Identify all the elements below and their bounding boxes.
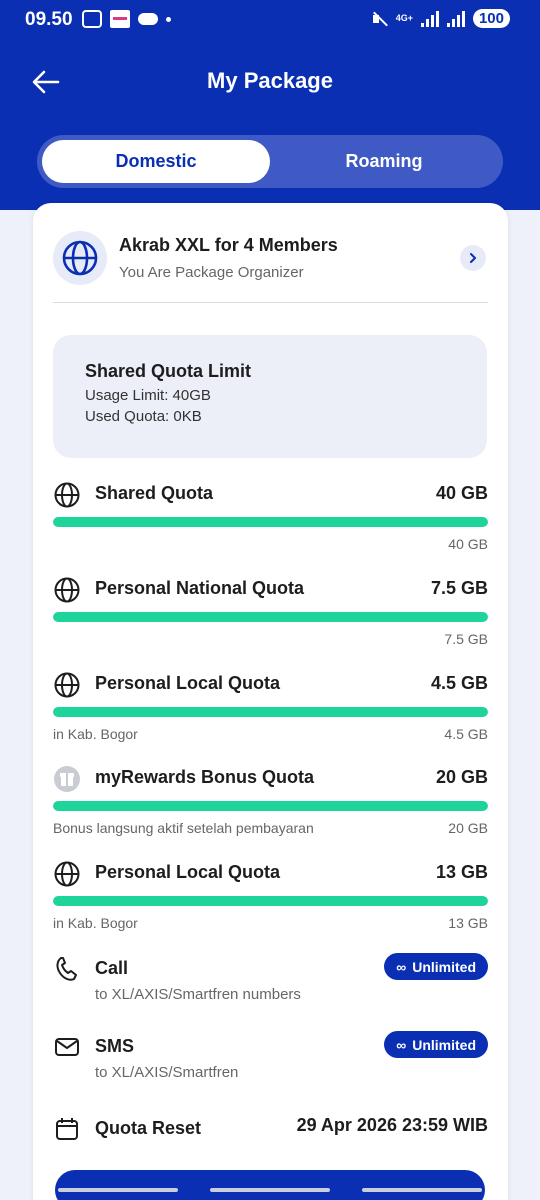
infinity-icon: ∞ (396, 1036, 407, 1053)
status-bar: 09.50 4G+ 100 (0, 0, 540, 40)
quota-amount: 7.5 GB (430, 578, 488, 598)
mute-icon (372, 11, 388, 27)
package-name: Akrab XXL for 4 Members (119, 235, 338, 255)
quota-remaining: 7.5 GB (444, 631, 488, 647)
quota-row: Shared Quota 40 GB 40 GB (53, 481, 488, 561)
system-icons: 4G+ 100 (372, 9, 510, 28)
image-notification-icon (110, 10, 130, 28)
quota-amount: 4.5 GB (430, 673, 488, 693)
service-name: SMS (95, 1036, 135, 1056)
quota-amount: 20 GB (435, 767, 488, 787)
quota-progress-track (53, 801, 488, 811)
quota-note: in Kab. Bogor (53, 915, 138, 931)
battery-indicator: 100 (472, 9, 510, 28)
quota-progress-fill (53, 801, 488, 811)
service-desc: to XL/AXIS/Smartfren numbers (95, 986, 301, 1003)
quota-progress-track (53, 896, 488, 906)
signal-icon-2 (446, 10, 465, 27)
quota-reset: Quota Reset 29 Apr 2026 23:59 WIB (53, 1113, 488, 1153)
page-title: My Package (207, 68, 333, 93)
quota-progress-fill (53, 517, 488, 527)
quota-remaining: 4.5 GB (444, 726, 488, 742)
quota-name: Personal National Quota (95, 578, 305, 598)
phone-icon (53, 955, 81, 983)
quota-row: Personal Local Quota 4.5 GB in Kab. Bogor 4… (53, 671, 488, 751)
quota-progress-fill (53, 896, 488, 906)
used-quota: Used Quota: 0KB (85, 408, 202, 425)
package-header[interactable]: Akrab XXL for 4 Members You Are Package … (53, 231, 488, 303)
globe-icon (53, 671, 81, 699)
quota-amount: 13 GB (435, 862, 488, 882)
limit-title: Shared Quota Limit (85, 361, 252, 381)
globe-icon (53, 231, 107, 285)
quota-remaining: 20 GB (448, 820, 488, 836)
envelope-icon (53, 1033, 81, 1061)
quota-note: in Kab. Bogor (53, 726, 138, 742)
chevron-right-icon[interactable] (460, 245, 486, 271)
status-time: 09.50 (25, 9, 73, 30)
service-call: Call to XL/AXIS/Smartfren numbers ∞ Unli… (53, 953, 488, 1013)
reset-label: Quota Reset (95, 1118, 202, 1138)
quota-progress-track (53, 612, 488, 622)
app-header: My Package (0, 58, 540, 108)
tab-roaming[interactable]: Roaming (270, 140, 498, 183)
shared-quota-limit: Shared Quota Limit Usage Limit: 40GB Use… (53, 335, 487, 458)
quota-remaining: 13 GB (448, 915, 488, 931)
quota-row: myRewards Bonus Quota 20 GB Bonus langsung… (53, 765, 488, 845)
quota-progress-track (53, 707, 488, 717)
notification-icons (82, 10, 171, 28)
tab-domestic[interactable]: Domestic (42, 140, 270, 183)
quota-row: Personal Local Quota 13 GB in Kab. Bogor 13… (53, 860, 488, 940)
package-role: You Are Package Organizer (119, 264, 304, 281)
quota-progress-fill (53, 612, 488, 622)
unlimited-badge: ∞ Unlimited (384, 1031, 488, 1058)
globe-icon (53, 860, 81, 888)
usage-limit: Usage Limit: 40GB (85, 387, 211, 404)
nav-recents[interactable] (58, 1188, 178, 1192)
quota-name: Shared Quota (95, 483, 214, 503)
reset-date: 29 Apr 2026 23:59 WIB (296, 1115, 488, 1135)
quota-remaining: 40 GB (448, 536, 488, 552)
nav-home[interactable] (210, 1188, 330, 1192)
calendar-icon (53, 1115, 81, 1143)
network-type: 4G+ (395, 13, 413, 23)
system-navigation-bar (0, 1180, 540, 1200)
service-sms: SMS to XL/AXIS/Smartfren ∞ Unlimited (53, 1031, 488, 1091)
gift-icon (53, 765, 81, 793)
tab-switcher: Domestic Roaming (37, 135, 503, 188)
signal-icon (420, 10, 439, 27)
quota-name: myRewards Bonus Quota (95, 767, 315, 787)
quota-progress-fill (53, 707, 488, 717)
service-desc: to XL/AXIS/Smartfren (95, 1064, 239, 1081)
service-name: Call (95, 958, 129, 978)
more-notifications-icon (166, 16, 171, 22)
quota-name: Personal Local Quota (95, 862, 281, 882)
globe-icon (53, 481, 81, 509)
quota-name: Personal Local Quota (95, 673, 281, 693)
screenshot-icon (82, 10, 102, 28)
unlimited-badge: ∞ Unlimited (384, 953, 488, 980)
globe-icon (53, 576, 81, 604)
quota-note: Bonus langsung aktif setelah pembayaran (53, 820, 314, 836)
nav-back[interactable] (362, 1188, 482, 1192)
package-card: Akrab XXL for 4 Members You Are Package … (33, 203, 508, 1200)
quota-row: Personal National Quota 7.5 GB 7.5 GB (53, 576, 488, 656)
quota-progress-track (53, 517, 488, 527)
cloud-icon (138, 13, 158, 25)
quota-amount: 40 GB (435, 483, 488, 503)
infinity-icon: ∞ (396, 958, 407, 975)
